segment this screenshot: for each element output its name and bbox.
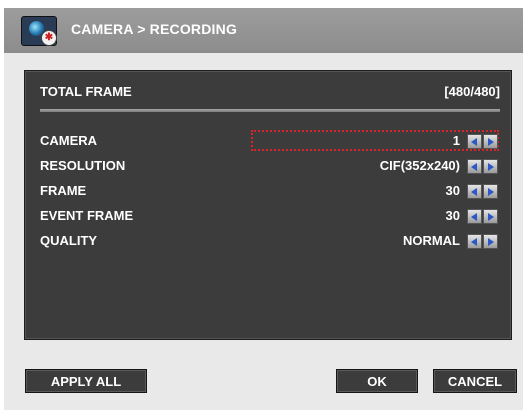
apply-all-button[interactable]: APPLY ALL <box>25 369 147 393</box>
camera-settings-icon: ✱ <box>21 16 57 46</box>
quality-prev-arrow-icon[interactable] <box>467 234 482 249</box>
frame-prev-arrow-icon[interactable] <box>467 184 482 199</box>
total-frame-value: [480/480] <box>444 84 500 99</box>
quality-arrows <box>467 234 498 249</box>
quality-next-arrow-icon[interactable] <box>483 234 498 249</box>
quality-label: QUALITY <box>40 233 98 248</box>
frame-next-arrow-icon[interactable] <box>483 184 498 199</box>
resolution-label: RESOLUTION <box>40 158 126 173</box>
event-frame-label: EVENT FRAME <box>40 208 134 223</box>
frame-arrows <box>467 184 498 199</box>
event-frame-value[interactable]: 30 <box>446 208 460 223</box>
camera-selection-highlight <box>251 130 499 151</box>
resolution-arrows <box>467 159 498 174</box>
resolution-next-arrow-icon[interactable] <box>483 159 498 174</box>
camera-value[interactable]: 1 <box>453 133 460 148</box>
divider <box>40 109 500 112</box>
total-frame-label: TOTAL FRAME <box>40 84 132 99</box>
cancel-button[interactable]: CANCEL <box>433 369 517 393</box>
event-frame-arrows <box>467 209 498 224</box>
dialog-title: CAMERA > RECORDING <box>71 21 238 37</box>
camera-next-arrow-icon[interactable] <box>483 134 498 149</box>
camera-prev-arrow-icon[interactable] <box>467 134 482 149</box>
event-frame-prev-arrow-icon[interactable] <box>467 209 482 224</box>
camera-arrows <box>467 134 498 149</box>
quality-value[interactable]: NORMAL <box>403 233 460 248</box>
event-frame-next-arrow-icon[interactable] <box>483 209 498 224</box>
camera-label: CAMERA <box>40 133 98 148</box>
resolution-value[interactable]: CIF(352x240) <box>380 158 460 173</box>
ok-button[interactable]: OK <box>336 369 418 393</box>
gear-icon: ✱ <box>41 30 57 46</box>
frame-value[interactable]: 30 <box>446 183 460 198</box>
resolution-prev-arrow-icon[interactable] <box>467 159 482 174</box>
frame-label: FRAME <box>40 183 87 198</box>
